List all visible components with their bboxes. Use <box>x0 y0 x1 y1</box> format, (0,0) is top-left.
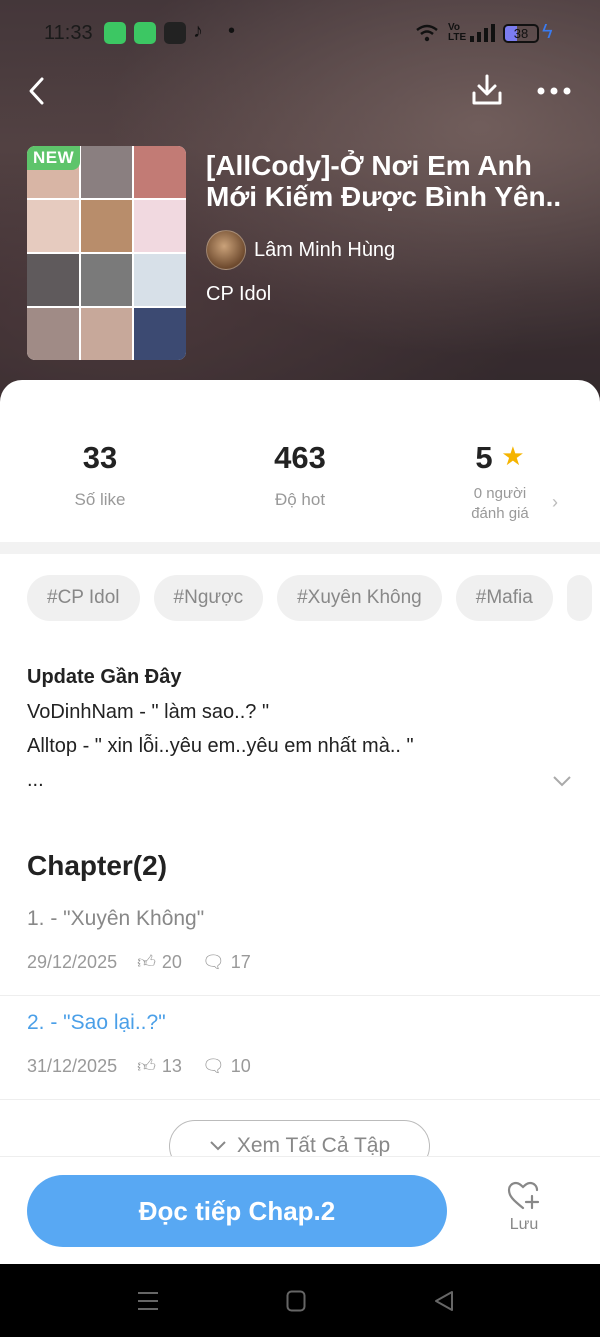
bottom-action-bar: Đọc tiếp Chap.2 Lưu <box>0 1156 600 1264</box>
more-options-icon[interactable] <box>536 86 572 96</box>
stats-row: 33 Số like 463 Độ hot 5 ★ 0 người đánh g… <box>0 380 600 542</box>
download-icon[interactable] <box>470 73 504 107</box>
save-button[interactable]: Lưu <box>498 1181 550 1234</box>
zalo-icon <box>164 22 186 44</box>
chapter-meta: 31/12/2025 👍︎ 13 🗨︎ 10 <box>27 1055 251 1077</box>
chapter-likes: 20 <box>161 951 182 972</box>
new-badge: NEW <box>27 146 81 170</box>
chapter-comments: 17 <box>230 951 251 972</box>
continue-reading-button[interactable]: Đọc tiếp Chap.2 <box>27 1175 447 1247</box>
comment-icon: 🗨︎ <box>201 951 225 972</box>
top-nav <box>0 68 600 114</box>
chapter-date: 29/12/2025 <box>27 951 118 972</box>
tag-chip[interactable]: #Ngược <box>153 575 264 621</box>
chapter-item[interactable]: 2. - "Sao lại..?" 31/12/2025 👍︎ 13 🗨︎ 10 <box>0 997 600 1100</box>
section-divider <box>0 542 600 554</box>
battery-icon: 38 <box>503 24 539 43</box>
tiktok-icon: ♪ <box>193 20 203 42</box>
status-bar: 11:33 ♪ • Vo LTE 38 ϟ <box>0 0 600 68</box>
menu-icon[interactable] <box>137 1290 159 1312</box>
update-line: VoDinhNam - " làm sao..? " <box>27 701 270 723</box>
volte-icon: Vo LTE <box>448 22 467 43</box>
update-line: Alltop - " xin lỗi..yêu em..yêu em nhất … <box>27 735 414 757</box>
update-section: Update Gần Đây VoDinhNam - " làm sao..? … <box>27 666 577 797</box>
author-name[interactable]: Lâm Minh Hùng <box>254 239 395 262</box>
signal-icon <box>470 24 495 42</box>
content-sheet: 33 Số like 463 Độ hot 5 ★ 0 người đánh g… <box>0 380 600 1264</box>
update-line: ... <box>27 769 44 791</box>
chapter-heading: Chapter(2) <box>27 850 168 881</box>
likes-value: 33 <box>82 440 118 475</box>
hot-label: Độ hot <box>274 490 326 509</box>
stat-likes: 33 Số like <box>0 440 200 510</box>
chapter-item[interactable]: 1. - "Xuyên Không" 29/12/2025 👍︎ 20 🗨︎ 1… <box>0 893 600 996</box>
comment-icon: 🗨︎ <box>201 1055 225 1076</box>
genre-label[interactable]: CP Idol <box>206 283 271 306</box>
tag-chip[interactable]: #Mafia <box>455 575 553 621</box>
book-title: [AllCody]-Ở Nơi Em Anh Mới Kiếm Được Bìn… <box>206 150 562 212</box>
author-row[interactable]: Lâm Minh Hùng <box>206 230 395 270</box>
back-nav-icon[interactable] <box>433 1290 455 1312</box>
rating-label: 0 người đánh giá <box>400 484 600 524</box>
heart-plus-icon <box>507 1181 540 1210</box>
likes-label: Số like <box>74 490 126 509</box>
battery-level: 38 <box>513 26 529 41</box>
system-nav-bar <box>0 1264 600 1337</box>
star-icon: ★ <box>501 441 525 471</box>
rating-text: đánh giá <box>471 505 529 522</box>
chapter-likes: 13 <box>161 1055 182 1076</box>
tag-chip[interactable]: #Xuyên Không <box>277 575 442 621</box>
chevron-down-icon <box>210 1141 226 1151</box>
rating-value-row: 5 ★ <box>400 440 600 476</box>
home-icon[interactable] <box>286 1290 306 1312</box>
book-cover[interactable] <box>27 146 186 360</box>
chevron-right-icon: › <box>552 492 558 512</box>
rating-count: 0 người <box>473 485 527 502</box>
tag-chip[interactable]: #CP Idol <box>27 575 140 621</box>
thumbs-up-icon: 👍︎ <box>137 1056 156 1076</box>
hot-value: 463 <box>274 440 326 475</box>
rating-value: 5 <box>475 440 493 475</box>
thumbs-up-icon: 👍︎ <box>137 952 156 972</box>
chapter-title[interactable]: 2. - "Sao lại..?" <box>27 1011 166 1035</box>
status-time: 11:33 <box>44 22 93 44</box>
shield-app-icon <box>104 22 126 44</box>
wifi-icon <box>416 24 438 42</box>
back-icon[interactable] <box>26 76 48 106</box>
stat-rating[interactable]: 5 ★ 0 người đánh giá › <box>400 440 600 524</box>
chapter-title[interactable]: 1. - "Xuyên Không" <box>27 907 204 931</box>
update-heading: Update Gần Đây <box>27 666 182 688</box>
chapter-comments: 10 <box>230 1055 251 1076</box>
stat-hot: 463 Độ hot <box>200 440 400 510</box>
dot-icon: • <box>228 20 236 42</box>
author-avatar[interactable] <box>206 230 246 270</box>
expand-chevron-icon[interactable] <box>551 774 573 788</box>
tag-list: #CP Idol #Ngược #Xuyên Không #Mafia <box>27 575 593 621</box>
charging-icon: ϟ <box>542 21 553 43</box>
chapter-date: 31/12/2025 <box>27 1055 118 1076</box>
save-label: Lưu <box>509 1216 539 1233</box>
shield-app-icon <box>134 22 156 44</box>
see-all-label: Xem Tất Cả Tập <box>236 1134 391 1157</box>
chapter-meta: 29/12/2025 👍︎ 20 🗨︎ 17 <box>27 951 251 973</box>
tag-chip-partial[interactable] <box>566 575 593 621</box>
